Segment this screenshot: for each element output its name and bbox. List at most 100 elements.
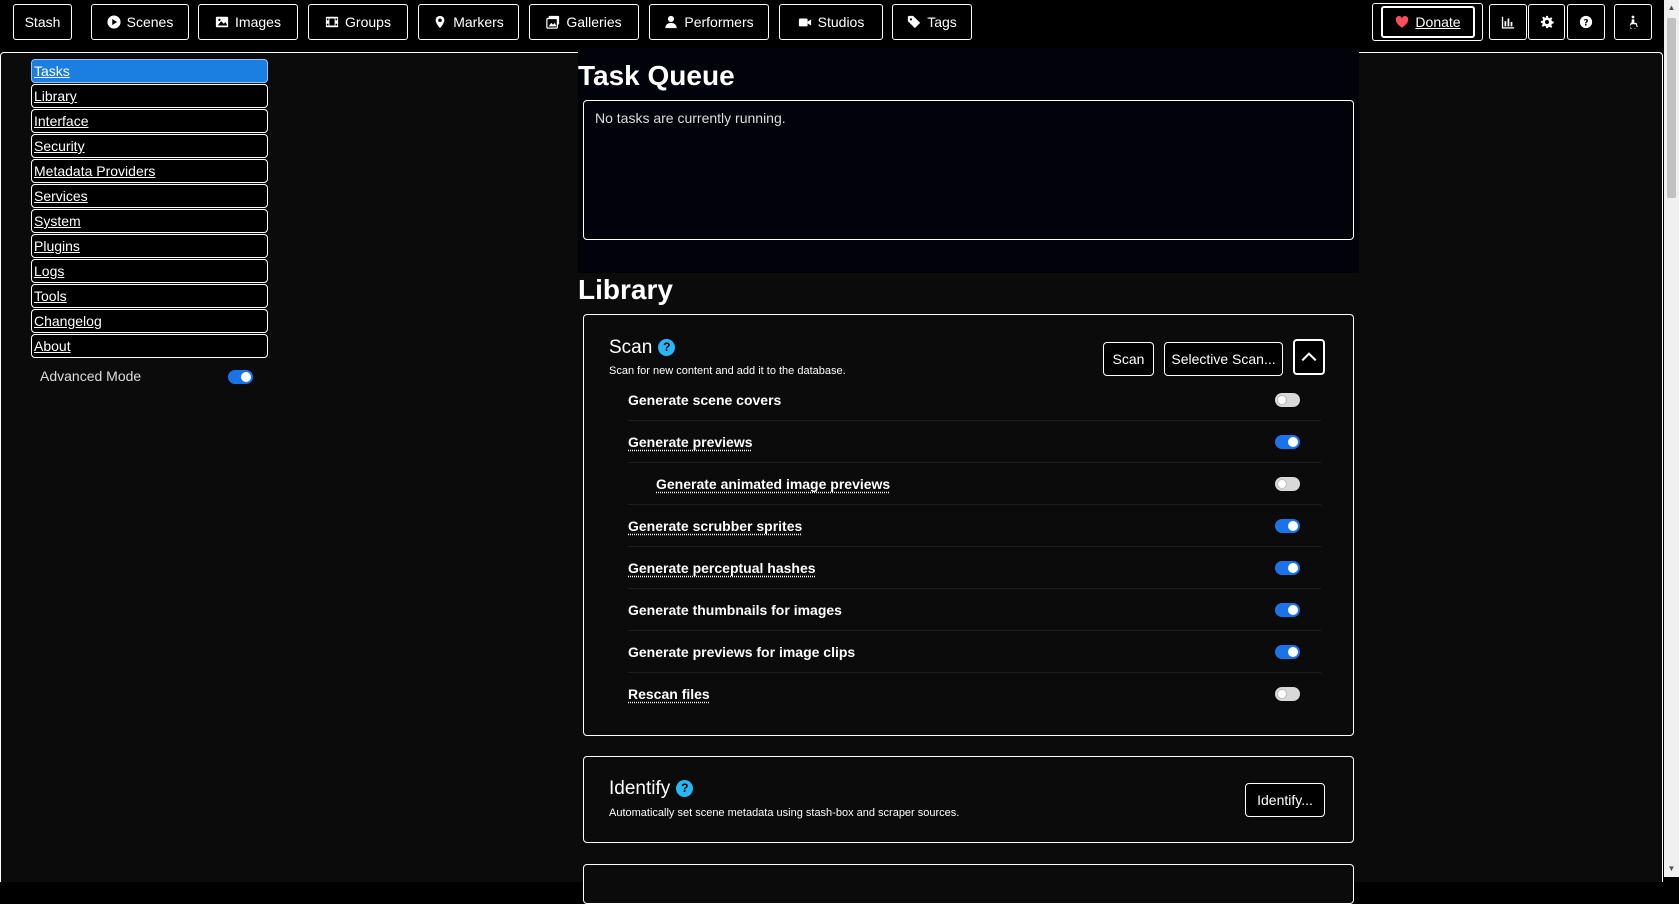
user-icon bbox=[665, 15, 678, 29]
nav-label: Scenes bbox=[126, 14, 174, 30]
sidebar-item-metadata-providers[interactable]: Metadata Providers bbox=[31, 159, 268, 183]
nav-label: Galleries bbox=[566, 14, 622, 30]
top-navbar: Stash Scenes Images Groups Markers Galle… bbox=[0, 0, 1664, 52]
sidebar-item-system[interactable]: System bbox=[31, 209, 268, 233]
option-toggle[interactable] bbox=[1275, 645, 1300, 659]
sidebar-item-plugins[interactable]: Plugins bbox=[31, 234, 268, 258]
identify-title-text: Identify bbox=[609, 778, 671, 799]
scan-description: Scan for new content and add it to the d… bbox=[609, 365, 846, 377]
map-marker-icon bbox=[435, 15, 445, 29]
help-icon: ? bbox=[1579, 15, 1593, 29]
film-icon bbox=[325, 16, 339, 28]
nav-label: Studios bbox=[817, 14, 865, 30]
heart-icon bbox=[1396, 16, 1409, 28]
nav-label: Markers bbox=[453, 14, 504, 30]
settings-button[interactable] bbox=[1528, 4, 1565, 40]
nav-label: Images bbox=[235, 14, 281, 30]
gear-icon bbox=[1540, 15, 1554, 29]
nav-groups[interactable]: Groups bbox=[308, 4, 408, 40]
accessibility-icon bbox=[1629, 15, 1638, 29]
nav-galleries[interactable]: Galleries bbox=[529, 4, 639, 40]
option-label: Generate animated image previews bbox=[656, 476, 891, 492]
nav-label: Performers bbox=[684, 14, 754, 30]
scroll-up-arrow-icon[interactable]: ▲ bbox=[1667, 2, 1676, 14]
donate-button[interactable]: Donate bbox=[1381, 6, 1475, 38]
option-toggle[interactable] bbox=[1275, 519, 1300, 533]
scroll-down-arrow-icon[interactable]: ▼ bbox=[1667, 863, 1676, 875]
identify-card: Identify? Automatically set scene metada… bbox=[583, 756, 1354, 843]
brand-button[interactable]: Stash bbox=[13, 4, 72, 40]
option-label: Generate perceptual hashes bbox=[628, 560, 816, 576]
stats-button[interactable] bbox=[1489, 4, 1527, 40]
option-toggle[interactable] bbox=[1275, 393, 1300, 407]
option-label: Generate scrubber sprites bbox=[628, 518, 803, 534]
option-label: Rescan files bbox=[628, 686, 710, 702]
identify-description: Automatically set scene metadata using s… bbox=[609, 807, 960, 819]
nav-scenes[interactable]: Scenes bbox=[91, 4, 189, 40]
help-button[interactable]: ? bbox=[1567, 4, 1605, 40]
images-icon bbox=[546, 15, 560, 29]
option-generate-previews: Generate previews bbox=[628, 421, 1321, 463]
toggle-knob bbox=[1288, 647, 1298, 657]
option-label: Generate previews for image clips bbox=[628, 644, 856, 660]
sidebar-item-about[interactable]: About bbox=[31, 334, 268, 358]
toggle-knob bbox=[1277, 689, 1287, 699]
toggle-knob bbox=[1288, 521, 1298, 531]
option-generate-perceptual-hashes: Generate perceptual hashes bbox=[628, 547, 1321, 589]
image-icon bbox=[215, 16, 229, 28]
option-label: Generate scene covers bbox=[628, 392, 782, 408]
collapse-button[interactable] bbox=[1293, 339, 1325, 375]
chevron-up-icon bbox=[1301, 352, 1317, 362]
sidebar-item-logs[interactable]: Logs bbox=[31, 259, 268, 283]
sidebar-item-security[interactable]: Security bbox=[31, 134, 268, 158]
toggle-knob bbox=[1288, 563, 1298, 573]
toggle-knob bbox=[241, 372, 251, 382]
option-generate-animated-image-previews: Generate animated image previews bbox=[628, 463, 1321, 505]
sidebar-item-changelog[interactable]: Changelog bbox=[31, 309, 268, 333]
task-queue-title: Task Queue bbox=[578, 60, 735, 91]
option-generate-scene-covers: Generate scene covers bbox=[628, 379, 1321, 421]
option-toggle[interactable] bbox=[1275, 687, 1300, 701]
next-task-card bbox=[583, 864, 1354, 904]
accessibility-button[interactable] bbox=[1614, 4, 1652, 40]
sidebar-item-tools[interactable]: Tools bbox=[31, 284, 268, 308]
video-icon bbox=[798, 18, 811, 27]
option-toggle[interactable] bbox=[1275, 561, 1300, 575]
option-toggle[interactable] bbox=[1275, 603, 1300, 617]
option-generate-scrubber-sprites: Generate scrubber sprites bbox=[628, 505, 1321, 547]
toggle-knob bbox=[1288, 437, 1298, 447]
stats-icon bbox=[1501, 16, 1515, 29]
nav-markers[interactable]: Markers bbox=[418, 4, 519, 40]
scrollbar-thumb[interactable] bbox=[1667, 18, 1676, 198]
option-rescan-files: Rescan files bbox=[628, 673, 1321, 715]
identify-button[interactable]: Identify... bbox=[1245, 783, 1325, 817]
page-scrollbar[interactable]: ▲ ▼ bbox=[1664, 0, 1679, 877]
sidebar-item-library[interactable]: Library bbox=[31, 84, 268, 108]
selective-scan-button[interactable]: Selective Scan... bbox=[1164, 342, 1283, 376]
nav-studios[interactable]: Studios bbox=[779, 4, 883, 40]
donate-container: Donate bbox=[1372, 3, 1483, 41]
tag-icon bbox=[908, 15, 921, 29]
help-circle-icon[interactable]: ? bbox=[658, 339, 676, 356]
nav-images[interactable]: Images bbox=[198, 4, 298, 40]
advanced-mode-label: Advanced Mode bbox=[40, 368, 142, 384]
task-queue-box: No tasks are currently running. bbox=[583, 100, 1354, 240]
sidebar-item-services[interactable]: Services bbox=[31, 184, 268, 208]
library-title: Library bbox=[578, 274, 673, 305]
option-toggle[interactable] bbox=[1275, 477, 1300, 491]
task-queue-empty-text: No tasks are currently running. bbox=[595, 110, 786, 126]
nav-performers[interactable]: Performers bbox=[649, 4, 769, 40]
help-circle-icon[interactable]: ? bbox=[676, 780, 694, 797]
sidebar-item-tasks[interactable]: Tasks bbox=[31, 59, 268, 83]
identify-title: Identify? bbox=[609, 778, 694, 800]
toggle-knob bbox=[1277, 479, 1287, 489]
option-generate-thumbnails-for-images: Generate thumbnails for images bbox=[628, 589, 1321, 631]
option-label: Generate thumbnails for images bbox=[628, 602, 842, 618]
nav-label: Groups bbox=[345, 14, 391, 30]
scan-button[interactable]: Scan bbox=[1103, 342, 1154, 376]
advanced-mode-toggle[interactable] bbox=[228, 370, 253, 384]
brand-label: Stash bbox=[24, 14, 61, 30]
sidebar-item-interface[interactable]: Interface bbox=[31, 109, 268, 133]
nav-tags[interactable]: Tags bbox=[892, 4, 972, 40]
option-toggle[interactable] bbox=[1275, 435, 1300, 449]
